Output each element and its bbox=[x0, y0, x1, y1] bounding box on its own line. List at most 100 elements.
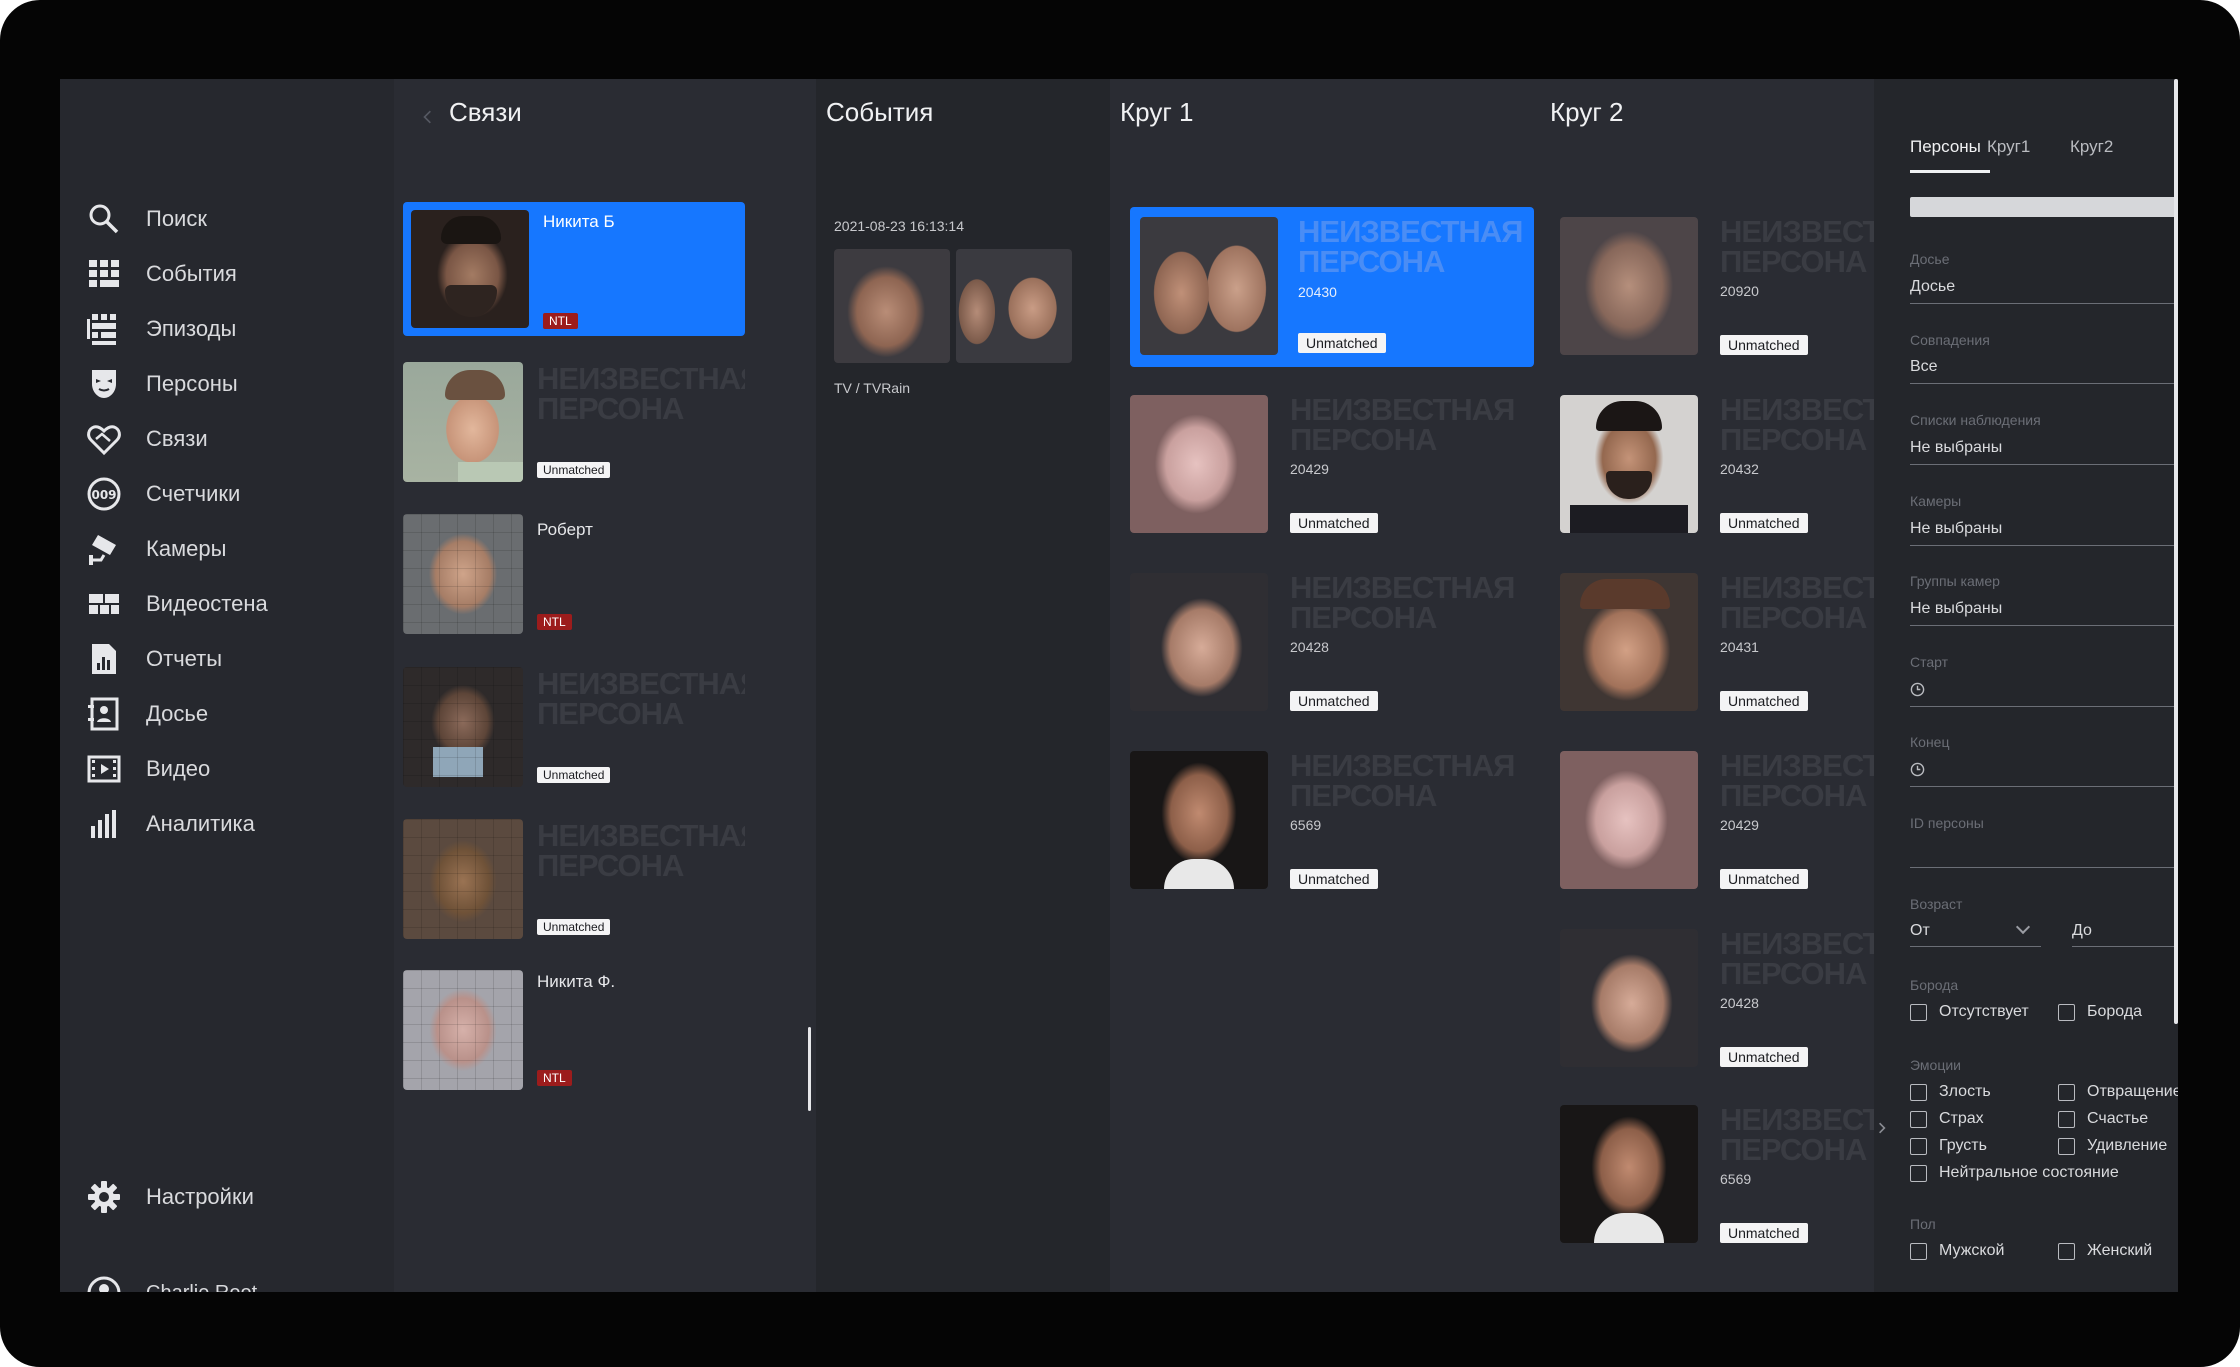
emotion-surprise-checkbox[interactable]: Удивление bbox=[2058, 1137, 2167, 1155]
unknown-person-label: НЕИЗВЕСТНАЯ ПЕРСОНА bbox=[537, 669, 745, 731]
settings-label: Настройки bbox=[146, 1184, 254, 1209]
gender-female-checkbox[interactable]: Женский bbox=[2058, 1242, 2152, 1260]
person-id: 20429 bbox=[1720, 817, 1759, 833]
circle2-card[interactable]: НЕИЗВЕСТ ПЕРСОНА 6569 Unmatched bbox=[1560, 1105, 1874, 1245]
tab-persons[interactable]: Персоны bbox=[1910, 137, 1981, 157]
person-id: 20428 bbox=[1720, 995, 1759, 1011]
beard-present-checkbox[interactable]: Борода bbox=[2058, 1003, 2142, 1021]
nav-video[interactable]: Видео bbox=[86, 742, 386, 796]
circle1-title: Круг 1 bbox=[1120, 97, 1194, 127]
emotion-anger-checkbox[interactable]: Злость bbox=[1910, 1083, 1991, 1101]
chevron-down-icon[interactable] bbox=[2015, 919, 2031, 935]
unknown-person-label: НЕИЗВЕСТ ПЕРСОНА bbox=[1720, 1105, 1874, 1167]
circle1-card[interactable]: НЕИЗВЕСТНАЯ ПЕРСОНА 20430 Unmatched bbox=[1130, 207, 1534, 367]
age-from-select[interactable]: От bbox=[1910, 922, 1930, 940]
clock-icon[interactable] bbox=[1910, 682, 1925, 697]
divider bbox=[1910, 464, 2178, 465]
nav-label: Аналитика bbox=[146, 811, 255, 836]
tab-circle2[interactable]: Круг2 bbox=[2070, 137, 2113, 157]
nav-label: Поиск bbox=[146, 206, 207, 231]
events-column: События 2021-08-23 16:13:14 TV / TVRain bbox=[816, 79, 1110, 1292]
circle1-card[interactable]: НЕИЗВЕСТНАЯ ПЕРСОНА 20428 Unmatched bbox=[1130, 573, 1534, 713]
emotion-disgust-checkbox[interactable]: Отвращение bbox=[2058, 1083, 2178, 1101]
person-photo bbox=[1560, 1105, 1698, 1243]
emotion-sadness-checkbox[interactable]: Грусть bbox=[1910, 1137, 1987, 1155]
emotion-fear-checkbox[interactable]: Страх bbox=[1910, 1110, 1984, 1128]
emotion-happiness-checkbox[interactable]: Счастье bbox=[2058, 1110, 2148, 1128]
circle2-card[interactable]: НЕИЗВЕСТ ПЕРСОНА 20432 Unmatched bbox=[1560, 395, 1874, 535]
person-card[interactable]: Роберт NTL bbox=[403, 514, 745, 636]
tab-circle1[interactable]: Круг1 bbox=[1987, 137, 2030, 157]
handshake-icon bbox=[87, 425, 121, 456]
person-id-input[interactable] bbox=[1910, 867, 2178, 868]
person-photo bbox=[1560, 751, 1698, 889]
person-photo bbox=[1140, 217, 1278, 355]
nav-label: Видеостена bbox=[146, 591, 268, 616]
filter-panel: Персоны Круг1 Круг2 Досье Досье Совпаден… bbox=[1874, 79, 2178, 1292]
circle2-card[interactable]: НЕИЗВЕСТ ПЕРСОНА 20428 Unmatched bbox=[1560, 929, 1874, 1069]
panel-scrollbar[interactable] bbox=[2174, 79, 2178, 1024]
gender-male-checkbox[interactable]: Мужской bbox=[1910, 1242, 2004, 1260]
person-photo bbox=[403, 667, 523, 787]
person-photo bbox=[1130, 395, 1268, 533]
person-id: 20432 bbox=[1720, 461, 1759, 477]
age-to-select[interactable]: До bbox=[2072, 922, 2092, 940]
dossier-field[interactable]: Досье bbox=[1910, 278, 1955, 296]
nav-videowall[interactable]: Видеостена bbox=[86, 577, 386, 631]
cameras-select[interactable]: Не выбраны bbox=[1910, 520, 2002, 538]
match-select[interactable]: Все bbox=[1910, 358, 1938, 376]
nav-reports[interactable]: Отчеты bbox=[86, 632, 386, 686]
events-title: События bbox=[826, 97, 934, 127]
clock-icon[interactable] bbox=[1910, 762, 1925, 777]
unmatched-badge: Unmatched bbox=[1720, 869, 1808, 889]
nav-dossier[interactable]: Досье bbox=[86, 687, 386, 741]
event-face-thumbnail[interactable] bbox=[834, 249, 950, 363]
circle2-card[interactable]: НЕИЗВЕСТ ПЕРСОНА 20431 Unmatched bbox=[1560, 573, 1874, 713]
back-chevron-icon[interactable] bbox=[422, 109, 432, 125]
beard-label: Борода bbox=[1910, 977, 1959, 993]
camera-groups-select[interactable]: Не выбраны bbox=[1910, 600, 2002, 618]
nav-persons[interactable]: Персоны bbox=[86, 357, 386, 411]
user-profile[interactable]: Charlie Root bbox=[86, 1275, 257, 1292]
checkbox-label: Мужской bbox=[1939, 1242, 2005, 1259]
person-id: 6569 bbox=[1290, 817, 1322, 833]
nav-search[interactable]: Поиск bbox=[86, 192, 386, 246]
person-card[interactable]: НЕИЗВЕСТНАЯ ПЕРСОНА Unmatched bbox=[403, 667, 745, 789]
person-card[interactable]: Никита Ф. NTL bbox=[403, 970, 745, 1092]
checkbox-label: Злость bbox=[1939, 1083, 1991, 1100]
nav-settings[interactable]: Настройки bbox=[86, 1170, 386, 1224]
event-face-thumbnail[interactable] bbox=[956, 249, 1072, 363]
circle1-card[interactable]: НЕИЗВЕСТНАЯ ПЕРСОНА 20429 Unmatched bbox=[1130, 395, 1534, 535]
checkbox-label: Борода bbox=[2087, 1003, 2143, 1020]
scrollbar[interactable] bbox=[808, 1027, 811, 1111]
unmatched-badge: Unmatched bbox=[1298, 333, 1386, 353]
circle1-card[interactable]: НЕИЗВЕСТНАЯ ПЕРСОНА 6569 Unmatched bbox=[1130, 751, 1534, 891]
person-card[interactable]: НЕИЗВЕСТНАЯ ПЕРСОНА Unmatched bbox=[403, 819, 745, 941]
nav-analytics[interactable]: Аналитика bbox=[86, 797, 386, 851]
nav-cameras[interactable]: Камеры bbox=[86, 522, 386, 576]
person-photo bbox=[1560, 217, 1698, 355]
emotion-neutral-checkbox[interactable]: Нейтральное состояние bbox=[1910, 1164, 2119, 1182]
watchlists-select[interactable]: Не выбраны bbox=[1910, 439, 2002, 457]
beard-absent-checkbox[interactable]: Отсутствует bbox=[1910, 1003, 2029, 1021]
person-card[interactable]: НЕИЗВЕСТНАЯ ПЕРСОНА Unmatched bbox=[403, 362, 745, 484]
nav-label: Связи bbox=[146, 426, 208, 451]
nav-links[interactable]: Связи bbox=[86, 412, 386, 466]
nav-counters[interactable]: 009 Счетчики bbox=[86, 467, 386, 521]
unmatched-badge: Unmatched bbox=[537, 919, 611, 935]
search-input[interactable] bbox=[1910, 197, 2178, 217]
unmatched-badge: Unmatched bbox=[1720, 513, 1808, 533]
divider bbox=[1910, 545, 2178, 546]
circle2-card[interactable]: НЕИЗВЕСТ ПЕРСОНА 20429 Unmatched bbox=[1560, 751, 1874, 891]
nav-events[interactable]: События bbox=[86, 247, 386, 301]
ntl-badge: NTL bbox=[543, 313, 578, 329]
collapse-panel-icon[interactable] bbox=[1878, 1121, 1886, 1135]
circle2-card[interactable]: НЕИЗВЕСТ ПЕРСОНА 20920 Unmatched bbox=[1560, 217, 1874, 357]
nav-episodes[interactable]: Эпизоды bbox=[86, 302, 386, 356]
checkbox-icon bbox=[2058, 1003, 2075, 1021]
event-timestamp: 2021-08-23 16:13:14 bbox=[834, 218, 964, 234]
person-card[interactable]: Никита Б NTL bbox=[403, 202, 745, 336]
event-source: TV / TVRain bbox=[834, 380, 910, 396]
person-photo bbox=[403, 970, 523, 1090]
person-photo bbox=[403, 362, 523, 482]
